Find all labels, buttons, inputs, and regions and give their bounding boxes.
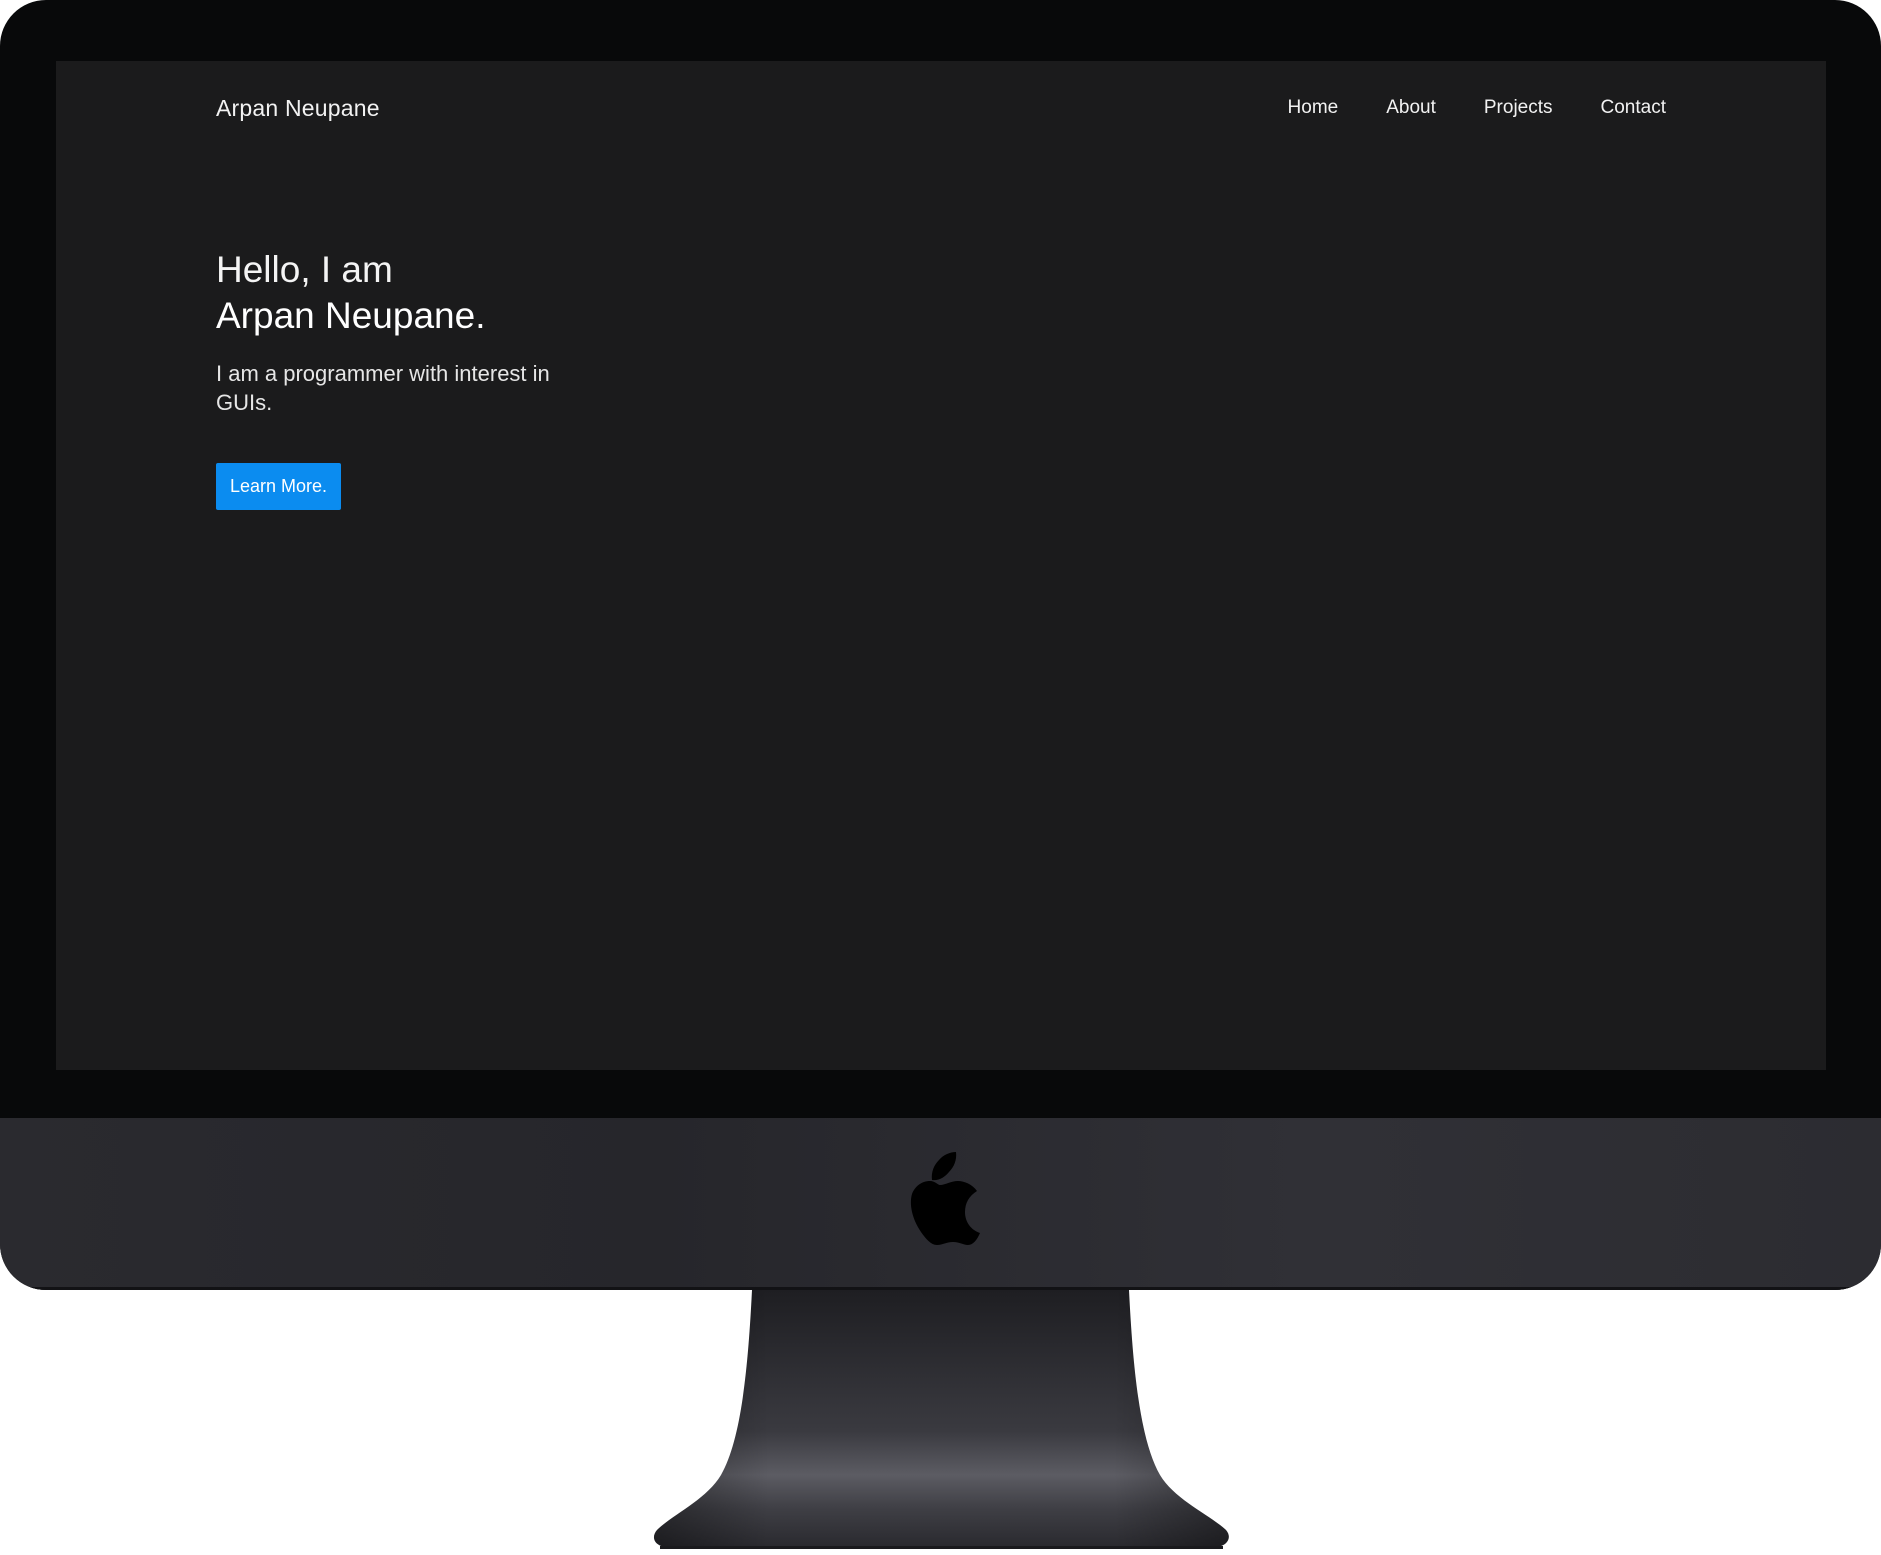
nav-link-contact[interactable]: Contact — [1601, 97, 1666, 119]
hero-greeting: Hello, I am — [216, 249, 393, 290]
apple-logo-icon — [910, 1152, 980, 1245]
learn-more-button[interactable]: Learn More. — [216, 463, 342, 510]
hero-tagline: I am a programmer with interest in GUIs. — [216, 361, 550, 415]
nav-link-projects[interactable]: Projects — [1484, 97, 1553, 119]
site-brand[interactable]: Arpan Neupane — [216, 95, 380, 122]
monitor-stand — [653, 1290, 1229, 1549]
screen: Arpan Neupane Home About Projects Contac… — [56, 61, 1826, 1070]
main-nav: Home About Projects Contact — [1288, 97, 1666, 119]
imac-mockup: Arpan Neupane Home About Projects Contac… — [0, 0, 1881, 1555]
nav-link-home[interactable]: Home — [1288, 97, 1339, 119]
nav-link-about[interactable]: About — [1386, 97, 1436, 119]
hero-section: Hello, I am Arpan Neupane. I am a progra… — [216, 247, 636, 510]
hero-name: Arpan Neupane. — [216, 295, 486, 336]
